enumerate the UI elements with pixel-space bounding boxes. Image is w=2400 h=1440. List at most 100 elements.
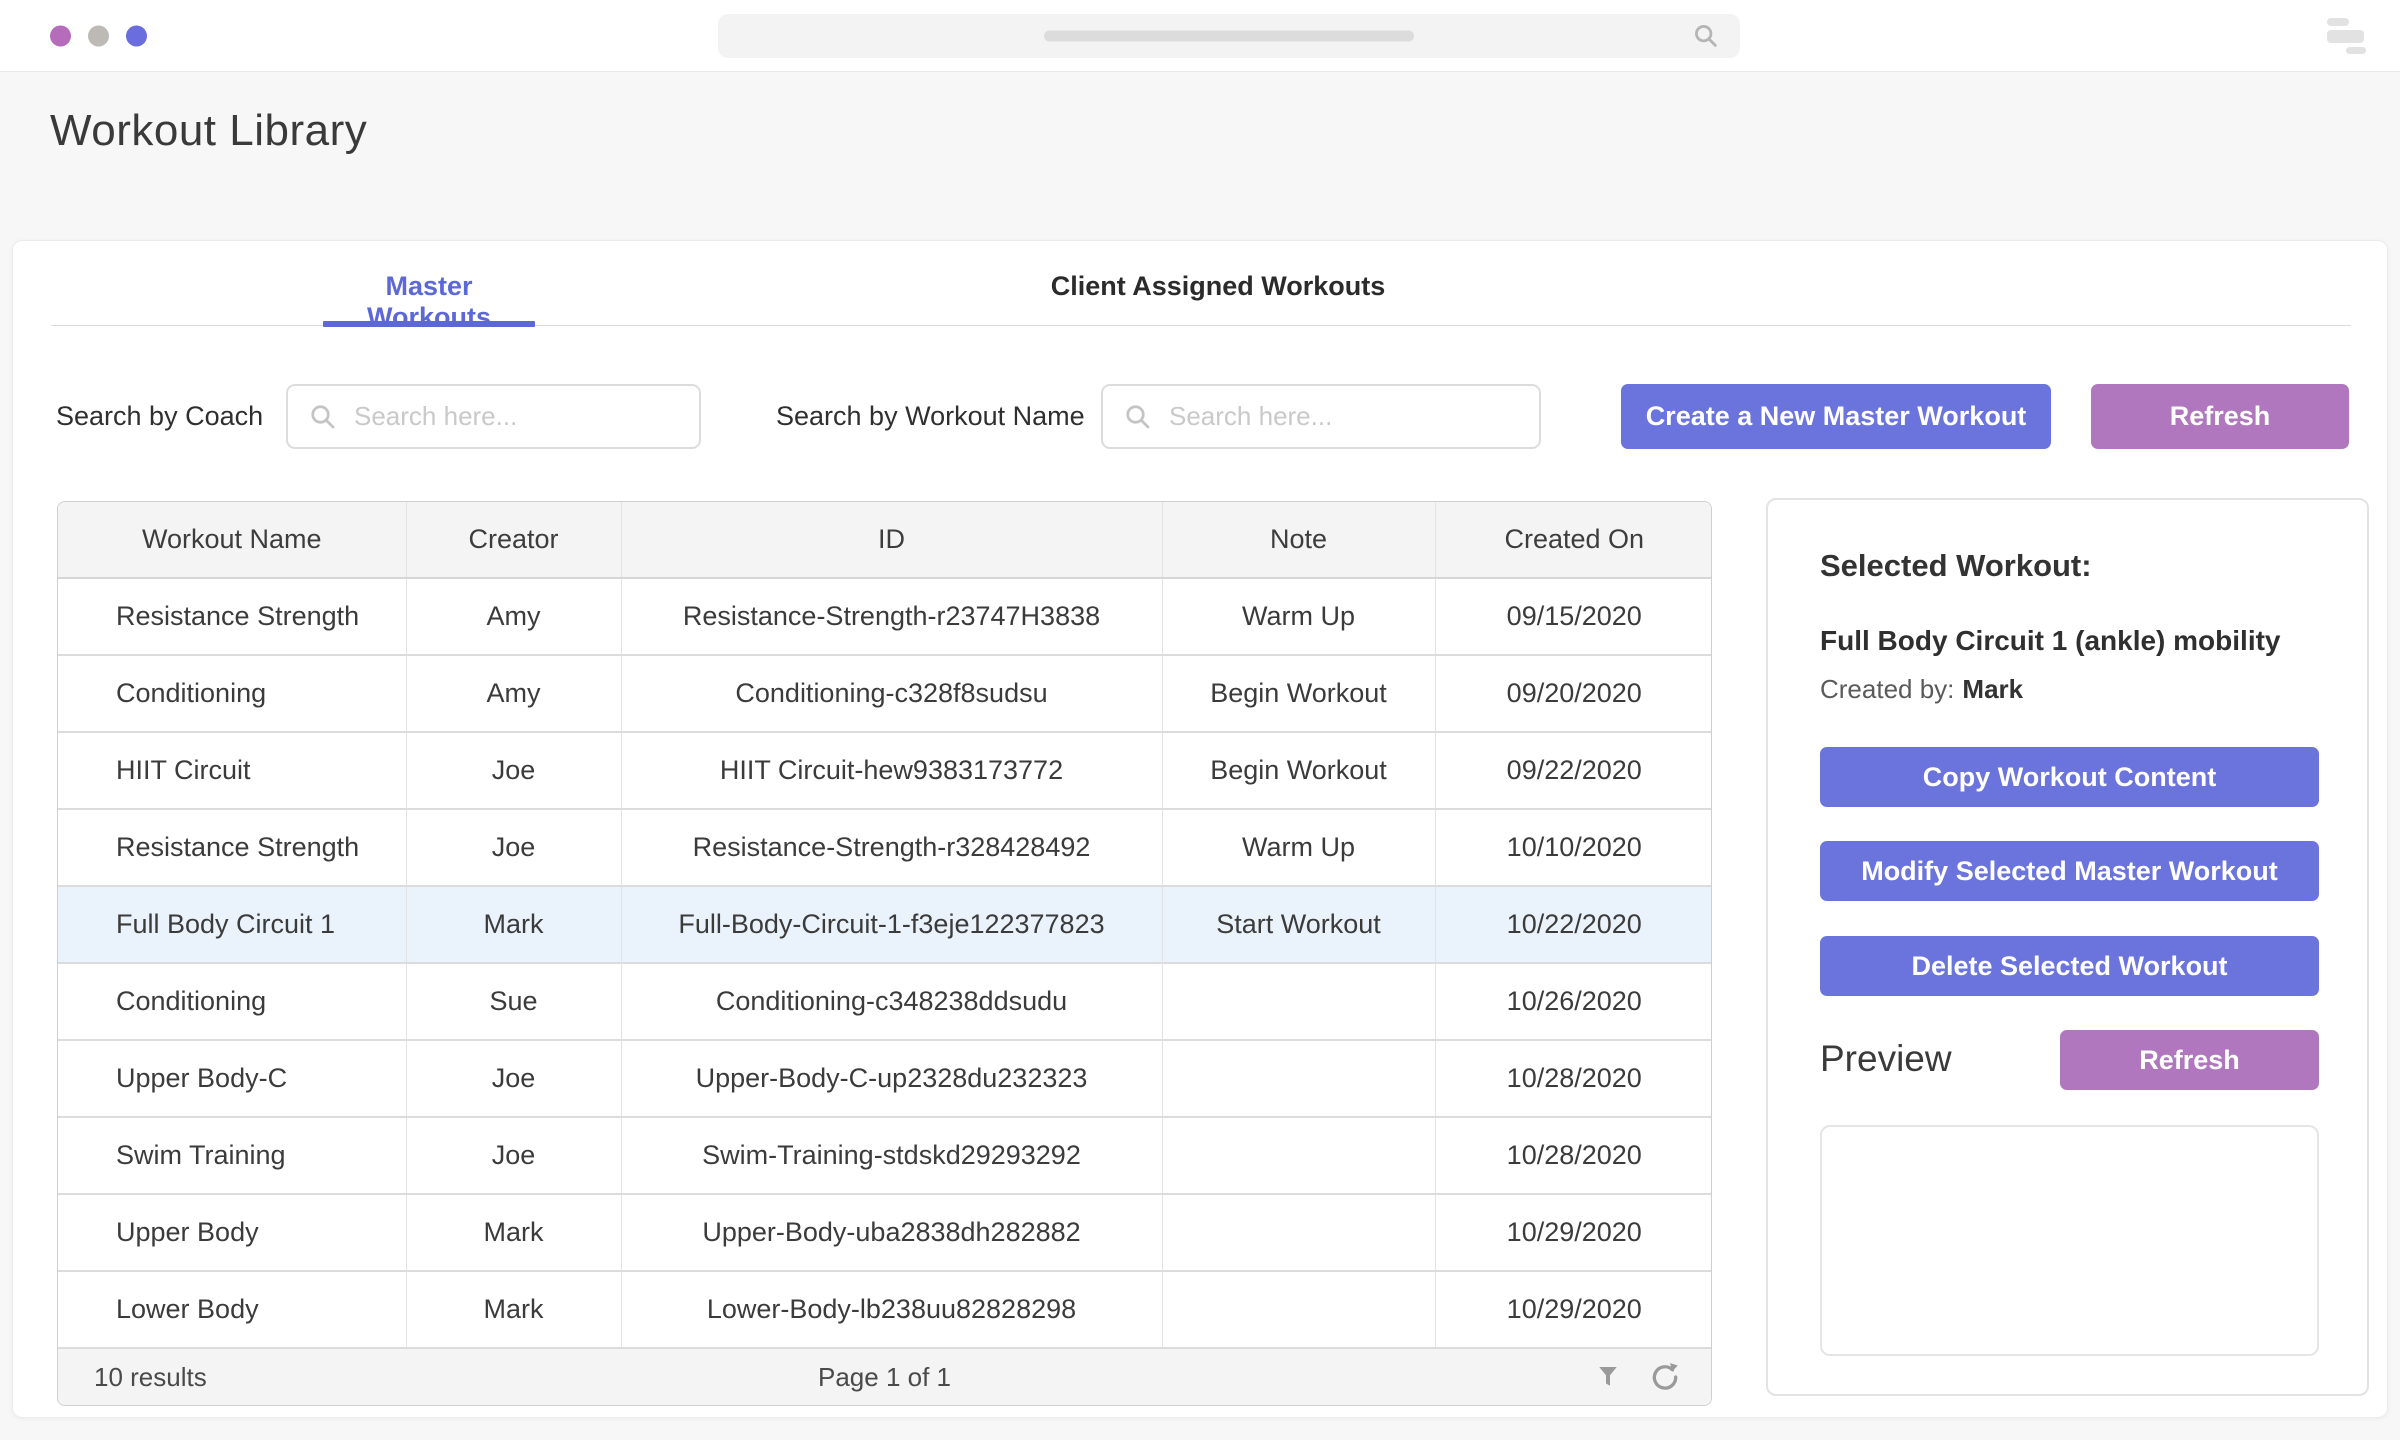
- tab-client-assigned-workouts[interactable]: Client Assigned Workouts: [1013, 271, 1423, 302]
- table-cell[interactable]: Joe: [406, 809, 621, 886]
- window-dot-icon[interactable]: [88, 25, 109, 46]
- table-cell[interactable]: Sue: [406, 963, 621, 1040]
- refresh-button[interactable]: Refresh: [2091, 384, 2349, 449]
- table-cell[interactable]: Warm Up: [1162, 578, 1435, 655]
- selected-workout-heading: Selected Workout:: [1820, 548, 2092, 584]
- table-cell[interactable]: [1162, 1271, 1435, 1348]
- table-cell[interactable]: Joe: [406, 1040, 621, 1117]
- table-cell[interactable]: [1162, 963, 1435, 1040]
- window-dot-icon[interactable]: [50, 25, 71, 46]
- table-cell[interactable]: 09/22/2020: [1435, 732, 1712, 809]
- table-cell[interactable]: 10/10/2020: [1435, 809, 1712, 886]
- modify-selected-workout-button[interactable]: Modify Selected Master Workout: [1820, 841, 2319, 901]
- coach-search-box: [286, 384, 701, 449]
- table-row[interactable]: Resistance StrengthJoeResistance-Strengt…: [58, 809, 1712, 886]
- address-bar-placeholder-line: [1044, 31, 1414, 42]
- table-cell[interactable]: Lower-Body-lb238uu82828298: [621, 1271, 1162, 1348]
- table-cell[interactable]: Start Workout: [1162, 886, 1435, 963]
- preview-refresh-button[interactable]: Refresh: [2060, 1030, 2319, 1090]
- coach-search-input[interactable]: [354, 386, 693, 447]
- column-header: Workout Name: [58, 502, 406, 578]
- table-cell[interactable]: Swim Training: [58, 1117, 406, 1194]
- table-cell[interactable]: Begin Workout: [1162, 732, 1435, 809]
- table-cell[interactable]: 10/29/2020: [1435, 1194, 1712, 1271]
- table-cell[interactable]: Conditioning: [58, 655, 406, 732]
- column-header: Created On: [1435, 502, 1712, 578]
- table-cell[interactable]: Warm Up: [1162, 809, 1435, 886]
- table-row[interactable]: Resistance StrengthAmyResistance-Strengt…: [58, 578, 1712, 655]
- table-cell[interactable]: Full-Body-Circuit-1-f3eje122377823: [621, 886, 1162, 963]
- preview-label: Preview: [1820, 1038, 1952, 1080]
- created-by-line: Created by: Mark: [1820, 674, 2023, 705]
- table-cell[interactable]: 10/22/2020: [1435, 886, 1712, 963]
- address-bar[interactable]: [718, 14, 1740, 58]
- window-controls[interactable]: [50, 25, 147, 46]
- table-cell[interactable]: Conditioning: [58, 963, 406, 1040]
- table-row[interactable]: Upper BodyMarkUpper-Body-uba2838dh282882…: [58, 1194, 1712, 1271]
- table-cell[interactable]: 10/28/2020: [1435, 1040, 1712, 1117]
- table-cell[interactable]: [1162, 1117, 1435, 1194]
- create-master-workout-button[interactable]: Create a New Master Workout: [1621, 384, 2051, 449]
- table-cell[interactable]: Joe: [406, 1117, 621, 1194]
- table-cell[interactable]: 09/15/2020: [1435, 578, 1712, 655]
- selected-workout-name: Full Body Circuit 1 (ankle) mobility: [1820, 625, 2281, 657]
- active-tab-underline: [323, 321, 535, 327]
- table-cell[interactable]: [1162, 1194, 1435, 1271]
- window-titlebar: [0, 0, 2400, 72]
- copy-workout-content-button[interactable]: Copy Workout Content: [1820, 747, 2319, 807]
- table-cell[interactable]: 10/28/2020: [1435, 1117, 1712, 1194]
- table-row[interactable]: HIIT CircuitJoeHIIT Circuit-hew938317377…: [58, 732, 1712, 809]
- table-cell[interactable]: Lower Body: [58, 1271, 406, 1348]
- table-cell[interactable]: HIIT Circuit: [58, 732, 406, 809]
- results-count: 10 results: [94, 1362, 207, 1393]
- table-cell[interactable]: Upper-Body-uba2838dh282882: [621, 1194, 1162, 1271]
- filter-icon[interactable]: [1593, 1362, 1623, 1392]
- table-cell[interactable]: Amy: [406, 578, 621, 655]
- table-footer: 10 results Page 1 of 1: [58, 1349, 1711, 1405]
- created-by-label: Created by:: [1820, 674, 1954, 704]
- workout-name-search-input[interactable]: [1169, 386, 1533, 447]
- table-cell[interactable]: Full Body Circuit 1: [58, 886, 406, 963]
- menu-icon[interactable]: [2327, 16, 2367, 56]
- selected-workout-panel: Selected Workout: Full Body Circuit 1 (a…: [1766, 498, 2369, 1396]
- table-cell[interactable]: 10/29/2020: [1435, 1271, 1712, 1348]
- table-cell[interactable]: Conditioning-c328f8sudsu: [621, 655, 1162, 732]
- column-header: Note: [1162, 502, 1435, 578]
- window-dot-icon[interactable]: [126, 25, 147, 46]
- table-row[interactable]: Upper Body-CJoeUpper-Body-C-up2328du2323…: [58, 1040, 1712, 1117]
- table-cell[interactable]: HIIT Circuit-hew9383173772: [621, 732, 1162, 809]
- table-cell[interactable]: Conditioning-c348238ddsudu: [621, 963, 1162, 1040]
- table-row[interactable]: Full Body Circuit 1MarkFull-Body-Circuit…: [58, 886, 1712, 963]
- table-cell[interactable]: [1162, 1040, 1435, 1117]
- table-cell[interactable]: Begin Workout: [1162, 655, 1435, 732]
- page-indicator: Page 1 of 1: [58, 1362, 1711, 1393]
- table-cell[interactable]: 09/20/2020: [1435, 655, 1712, 732]
- created-by-value: Mark: [1962, 674, 2023, 704]
- table-cell[interactable]: Swim-Training-stdskd29293292: [621, 1117, 1162, 1194]
- table-row[interactable]: ConditioningAmyConditioning-c328f8sudsuB…: [58, 655, 1712, 732]
- table-row[interactable]: Lower BodyMarkLower-Body-lb238uu82828298…: [58, 1271, 1712, 1348]
- delete-selected-workout-button[interactable]: Delete Selected Workout: [1820, 936, 2319, 996]
- search-by-workout-name-label: Search by Workout Name: [776, 401, 1085, 432]
- table-cell[interactable]: Mark: [406, 1194, 621, 1271]
- page-title: Workout Library: [50, 106, 367, 156]
- table-cell[interactable]: Upper-Body-C-up2328du232323: [621, 1040, 1162, 1117]
- table-cell[interactable]: Upper Body: [58, 1194, 406, 1271]
- table-cell[interactable]: 10/26/2020: [1435, 963, 1712, 1040]
- search-by-coach-label: Search by Coach: [56, 401, 263, 432]
- main-card: Master Workouts Client Assigned Workouts…: [12, 240, 2388, 1418]
- reload-icon[interactable]: [1649, 1361, 1681, 1393]
- table-cell[interactable]: Mark: [406, 886, 621, 963]
- table-cell[interactable]: Resistance Strength: [58, 578, 406, 655]
- search-icon: [1123, 402, 1153, 432]
- table-row[interactable]: ConditioningSueConditioning-c348238ddsud…: [58, 963, 1712, 1040]
- table-cell[interactable]: Mark: [406, 1271, 621, 1348]
- table-cell[interactable]: Joe: [406, 732, 621, 809]
- table-cell[interactable]: Resistance-Strength-r328428492: [621, 809, 1162, 886]
- table-row[interactable]: Swim TrainingJoeSwim-Training-stdskd2929…: [58, 1117, 1712, 1194]
- table-cell[interactable]: Resistance-Strength-r23747H3838: [621, 578, 1162, 655]
- table-cell[interactable]: Amy: [406, 655, 621, 732]
- column-header: Creator: [406, 502, 621, 578]
- table-cell[interactable]: Upper Body-C: [58, 1040, 406, 1117]
- table-cell[interactable]: Resistance Strength: [58, 809, 406, 886]
